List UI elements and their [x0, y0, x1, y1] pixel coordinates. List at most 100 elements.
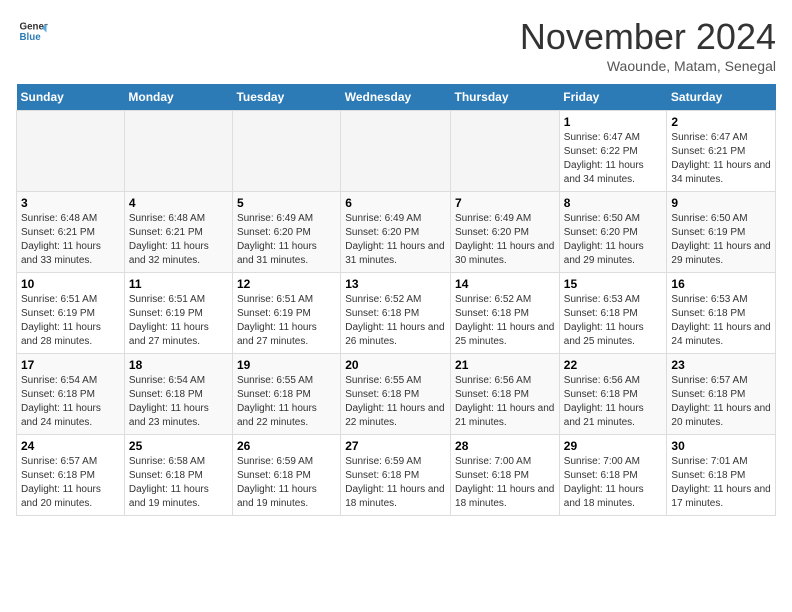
day-info: Sunrise: 6:51 AM Sunset: 6:19 PM Dayligh…	[21, 293, 120, 349]
month-title: November 2024	[520, 16, 776, 58]
week-row-5: 24Sunrise: 6:57 AM Sunset: 6:18 PM Dayli…	[17, 435, 776, 516]
location-subtitle: Waounde, Matam, Senegal	[520, 58, 776, 74]
day-info: Sunrise: 6:59 AM Sunset: 6:18 PM Dayligh…	[345, 455, 446, 511]
title-block: November 2024 Waounde, Matam, Senegal	[520, 16, 776, 74]
day-cell: 28 Sunrise: 7:00 AM Sunset: 6:18 PM Dayli…	[451, 435, 560, 516]
day-cell: 25Sunrise: 6:58 AM Sunset: 6:18 PM Dayli…	[124, 435, 232, 516]
page-header: General Blue November 2024 Waounde, Mata…	[16, 16, 776, 74]
day-cell: 26 Sunrise: 6:59 AM Sunset: 6:18 PM Dayli…	[232, 435, 340, 516]
weekday-header-friday: Friday	[559, 84, 667, 111]
day-cell: 3 Sunrise: 6:48 AM Sunset: 6:21 PM Daylig…	[17, 192, 125, 273]
day-cell: 8 Sunrise: 6:50 AM Sunset: 6:20 PM Daylig…	[559, 192, 667, 273]
day-cell: 1 Sunrise: 6:47 AM Sunset: 6:22 PM Daylig…	[559, 111, 667, 192]
day-number: 14	[455, 277, 555, 291]
day-cell: 21 Sunrise: 6:56 AM Sunset: 6:18 PM Dayli…	[451, 354, 560, 435]
day-number: 8	[564, 196, 663, 210]
day-info: Sunrise: 6:59 AM Sunset: 6:18 PM Dayligh…	[237, 455, 336, 511]
weekday-header-thursday: Thursday	[451, 84, 560, 111]
day-info: Sunrise: 6:47 AM Sunset: 6:22 PM Dayligh…	[564, 131, 663, 187]
weekday-header-wednesday: Wednesday	[341, 84, 451, 111]
day-cell	[232, 111, 340, 192]
day-number: 13	[345, 277, 446, 291]
day-number: 28	[455, 439, 555, 453]
day-info: Sunrise: 6:54 AM Sunset: 6:18 PM Dayligh…	[129, 374, 228, 430]
day-cell: 5Sunrise: 6:49 AM Sunset: 6:20 PM Daylig…	[232, 192, 340, 273]
calendar-body: 1 Sunrise: 6:47 AM Sunset: 6:22 PM Daylig…	[17, 111, 776, 516]
weekday-header-saturday: Saturday	[667, 84, 776, 111]
day-info: Sunrise: 6:50 AM Sunset: 6:19 PM Dayligh…	[671, 212, 771, 268]
day-number: 7	[455, 196, 555, 210]
day-info: Sunrise: 6:50 AM Sunset: 6:20 PM Dayligh…	[564, 212, 663, 268]
day-info: Sunrise: 6:49 AM Sunset: 6:20 PM Dayligh…	[345, 212, 446, 268]
day-cell: 23Sunrise: 6:57 AM Sunset: 6:18 PM Dayli…	[667, 354, 776, 435]
day-cell: 2Sunrise: 6:47 AM Sunset: 6:21 PM Daylig…	[667, 111, 776, 192]
day-number: 25	[129, 439, 228, 453]
day-number: 26	[237, 439, 336, 453]
day-info: Sunrise: 6:48 AM Sunset: 6:21 PM Dayligh…	[129, 212, 228, 268]
day-cell: 17 Sunrise: 6:54 AM Sunset: 6:18 PM Dayli…	[17, 354, 125, 435]
day-number: 11	[129, 277, 228, 291]
day-number: 21	[455, 358, 555, 372]
day-cell: 20 Sunrise: 6:55 AM Sunset: 6:18 PM Dayli…	[341, 354, 451, 435]
day-info: Sunrise: 6:56 AM Sunset: 6:18 PM Dayligh…	[564, 374, 663, 430]
weekday-header-sunday: Sunday	[17, 84, 125, 111]
day-cell: 22 Sunrise: 6:56 AM Sunset: 6:18 PM Dayli…	[559, 354, 667, 435]
day-cell: 6 Sunrise: 6:49 AM Sunset: 6:20 PM Daylig…	[341, 192, 451, 273]
day-cell: 29 Sunrise: 7:00 AM Sunset: 6:18 PM Dayli…	[559, 435, 667, 516]
day-cell	[124, 111, 232, 192]
svg-text:Blue: Blue	[20, 32, 42, 43]
day-cell: 7 Sunrise: 6:49 AM Sunset: 6:20 PM Daylig…	[451, 192, 560, 273]
day-number: 17	[21, 358, 120, 372]
day-info: Sunrise: 6:55 AM Sunset: 6:18 PM Dayligh…	[237, 374, 336, 430]
day-number: 6	[345, 196, 446, 210]
day-cell: 24Sunrise: 6:57 AM Sunset: 6:18 PM Dayli…	[17, 435, 125, 516]
day-number: 3	[21, 196, 120, 210]
day-number: 29	[564, 439, 663, 453]
day-number: 22	[564, 358, 663, 372]
day-info: Sunrise: 6:56 AM Sunset: 6:18 PM Dayligh…	[455, 374, 555, 430]
day-cell	[341, 111, 451, 192]
day-number: 12	[237, 277, 336, 291]
day-number: 24	[21, 439, 120, 453]
calendar-header: SundayMondayTuesdayWednesdayThursdayFrid…	[17, 84, 776, 111]
day-cell: 16 Sunrise: 6:53 AM Sunset: 6:18 PM Dayli…	[667, 273, 776, 354]
week-row-4: 17 Sunrise: 6:54 AM Sunset: 6:18 PM Dayli…	[17, 354, 776, 435]
day-cell: 30 Sunrise: 7:01 AM Sunset: 6:18 PM Dayli…	[667, 435, 776, 516]
day-info: Sunrise: 7:00 AM Sunset: 6:18 PM Dayligh…	[455, 455, 555, 511]
day-number: 4	[129, 196, 228, 210]
logo: General Blue	[16, 16, 48, 51]
week-row-1: 1 Sunrise: 6:47 AM Sunset: 6:22 PM Daylig…	[17, 111, 776, 192]
day-info: Sunrise: 6:54 AM Sunset: 6:18 PM Dayligh…	[21, 374, 120, 430]
day-cell: 15 Sunrise: 6:53 AM Sunset: 6:18 PM Dayli…	[559, 273, 667, 354]
day-info: Sunrise: 6:55 AM Sunset: 6:18 PM Dayligh…	[345, 374, 446, 430]
day-info: Sunrise: 6:51 AM Sunset: 6:19 PM Dayligh…	[129, 293, 228, 349]
day-cell: 9Sunrise: 6:50 AM Sunset: 6:19 PM Daylig…	[667, 192, 776, 273]
day-number: 30	[671, 439, 771, 453]
day-cell: 10 Sunrise: 6:51 AM Sunset: 6:19 PM Dayli…	[17, 273, 125, 354]
day-number: 23	[671, 358, 771, 372]
day-number: 2	[671, 115, 771, 129]
day-cell: 18Sunrise: 6:54 AM Sunset: 6:18 PM Dayli…	[124, 354, 232, 435]
day-cell	[451, 111, 560, 192]
weekday-header-monday: Monday	[124, 84, 232, 111]
day-info: Sunrise: 6:49 AM Sunset: 6:20 PM Dayligh…	[455, 212, 555, 268]
day-cell: 13 Sunrise: 6:52 AM Sunset: 6:18 PM Dayli…	[341, 273, 451, 354]
day-cell: 12Sunrise: 6:51 AM Sunset: 6:19 PM Dayli…	[232, 273, 340, 354]
day-info: Sunrise: 6:53 AM Sunset: 6:18 PM Dayligh…	[671, 293, 771, 349]
day-cell: 19Sunrise: 6:55 AM Sunset: 6:18 PM Dayli…	[232, 354, 340, 435]
day-cell: 4 Sunrise: 6:48 AM Sunset: 6:21 PM Daylig…	[124, 192, 232, 273]
day-info: Sunrise: 6:52 AM Sunset: 6:18 PM Dayligh…	[345, 293, 446, 349]
day-cell	[17, 111, 125, 192]
logo-icon: General Blue	[18, 16, 48, 46]
day-number: 16	[671, 277, 771, 291]
day-info: Sunrise: 7:00 AM Sunset: 6:18 PM Dayligh…	[564, 455, 663, 511]
day-info: Sunrise: 6:48 AM Sunset: 6:21 PM Dayligh…	[21, 212, 120, 268]
week-row-3: 10 Sunrise: 6:51 AM Sunset: 6:19 PM Dayli…	[17, 273, 776, 354]
day-number: 10	[21, 277, 120, 291]
day-info: Sunrise: 7:01 AM Sunset: 6:18 PM Dayligh…	[671, 455, 771, 511]
day-number: 15	[564, 277, 663, 291]
day-number: 20	[345, 358, 446, 372]
day-cell: 11 Sunrise: 6:51 AM Sunset: 6:19 PM Dayli…	[124, 273, 232, 354]
day-info: Sunrise: 6:53 AM Sunset: 6:18 PM Dayligh…	[564, 293, 663, 349]
day-number: 1	[564, 115, 663, 129]
